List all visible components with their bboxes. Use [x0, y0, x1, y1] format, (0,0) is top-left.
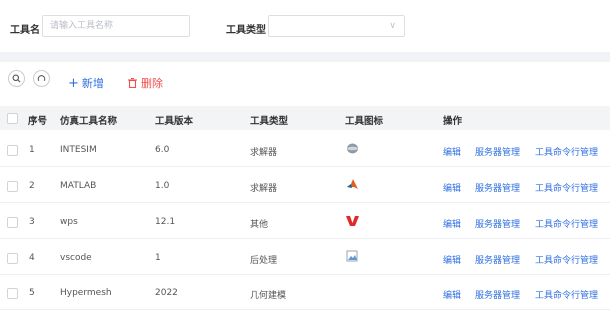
row-type: 求解器	[250, 148, 278, 158]
cmd-manage-link[interactable]: 工具命令行管理	[535, 145, 598, 158]
row-version: 2022	[155, 288, 178, 298]
refresh-icon	[37, 75, 46, 82]
tool-name-placeholder: 请输入工具名称	[50, 21, 114, 31]
col-version: 工具版本	[155, 116, 194, 127]
row-name: wps	[60, 217, 78, 227]
row-index: 5	[29, 288, 35, 298]
tool-type-label: 工具类型	[226, 25, 266, 36]
row-index: 2	[29, 181, 35, 191]
add-label: 新增	[81, 77, 104, 90]
row-checkbox[interactable]	[7, 145, 18, 156]
row-version: 12.1	[155, 217, 176, 227]
tool-type-select[interactable]: ∨	[268, 15, 405, 37]
row-name: MATLAB	[60, 181, 97, 191]
cmd-manage-link[interactable]: 工具命令行管理	[535, 217, 598, 230]
row-name: Hypermesh	[60, 288, 112, 298]
server-manage-link[interactable]: 服务器管理	[475, 181, 520, 194]
broken-image-icon	[346, 250, 359, 263]
row-type: 后处理	[250, 256, 278, 266]
edit-link[interactable]: 编辑	[443, 217, 461, 230]
cmd-manage-link[interactable]: 工具命令行管理	[535, 288, 598, 301]
table-row: 2 MATLAB 1.0 求解器 编辑 服务器管理 工具命令行管理	[0, 168, 610, 203]
cmd-manage-link[interactable]: 工具命令行管理	[535, 253, 598, 266]
table-header: 序号 仿真工具名称 工具版本 工具类型 工具图标 操作	[0, 106, 610, 130]
table-row: 4 vscode 1 后处理 编辑 服务器管理 工具命令行管理	[0, 240, 610, 275]
row-index: 4	[29, 253, 35, 263]
server-manage-link[interactable]: 服务器管理	[475, 288, 520, 301]
edit-link[interactable]: 编辑	[443, 145, 461, 158]
search-icon	[12, 74, 21, 83]
select-all-checkbox[interactable]	[7, 113, 18, 124]
table-row: 5 Hypermesh 2022 几何建模 编辑 服务器管理 工具命令行管理	[0, 275, 610, 310]
delete-label: 删除	[141, 77, 163, 90]
server-manage-link[interactable]: 服务器管理	[475, 145, 520, 158]
tool-name-input[interactable]: 请输入工具名称	[42, 15, 190, 37]
wps-icon	[346, 214, 359, 227]
section-divider	[0, 52, 610, 62]
row-version: 1	[155, 253, 161, 263]
row-name: vscode	[60, 253, 92, 263]
row-checkbox[interactable]	[7, 253, 18, 264]
matlab-icon	[346, 178, 359, 191]
row-version: 6.0	[155, 145, 170, 155]
add-button[interactable]: + 新增	[68, 75, 104, 91]
row-checkbox[interactable]	[7, 181, 18, 192]
row-checkbox[interactable]	[7, 217, 18, 228]
row-type: 求解器	[250, 184, 278, 194]
col-ops: 操作	[443, 116, 463, 127]
table-row: 3 wps 12.1 其他 编辑 服务器管理 工具命令行管理	[0, 204, 610, 239]
filter-bar: 工具名 请输入工具名称 工具类型 ∨	[0, 0, 610, 52]
cmd-manage-link[interactable]: 工具命令行管理	[535, 181, 598, 194]
server-manage-link[interactable]: 服务器管理	[475, 217, 520, 230]
row-name: INTESIM	[60, 145, 97, 155]
row-type: 几何建模	[250, 291, 287, 301]
sphere-app-icon	[346, 142, 359, 155]
row-version: 1.0	[155, 181, 170, 191]
col-icon: 工具图标	[345, 116, 384, 127]
reset-button[interactable]	[33, 70, 50, 87]
chevron-down-icon: ∨	[389, 21, 396, 31]
server-manage-link[interactable]: 服务器管理	[475, 253, 520, 266]
col-index: 序号	[28, 116, 48, 127]
edit-link[interactable]: 编辑	[443, 181, 461, 194]
trash-icon	[128, 77, 137, 89]
delete-button[interactable]: 删除	[128, 75, 163, 91]
search-button[interactable]	[8, 70, 25, 87]
row-type: 其他	[250, 220, 269, 230]
table-row: 1 INTESIM 6.0 求解器 编辑 服务器管理 工具命令行管理	[0, 132, 610, 167]
edit-link[interactable]: 编辑	[443, 288, 461, 301]
col-name: 仿真工具名称	[60, 116, 118, 127]
plus-icon: +	[68, 76, 79, 91]
col-type: 工具类型	[250, 116, 289, 127]
tool-name-label: 工具名	[10, 25, 40, 36]
row-checkbox[interactable]	[7, 288, 18, 299]
row-index: 1	[29, 145, 35, 155]
row-index: 3	[29, 217, 35, 227]
edit-link[interactable]: 编辑	[443, 253, 461, 266]
